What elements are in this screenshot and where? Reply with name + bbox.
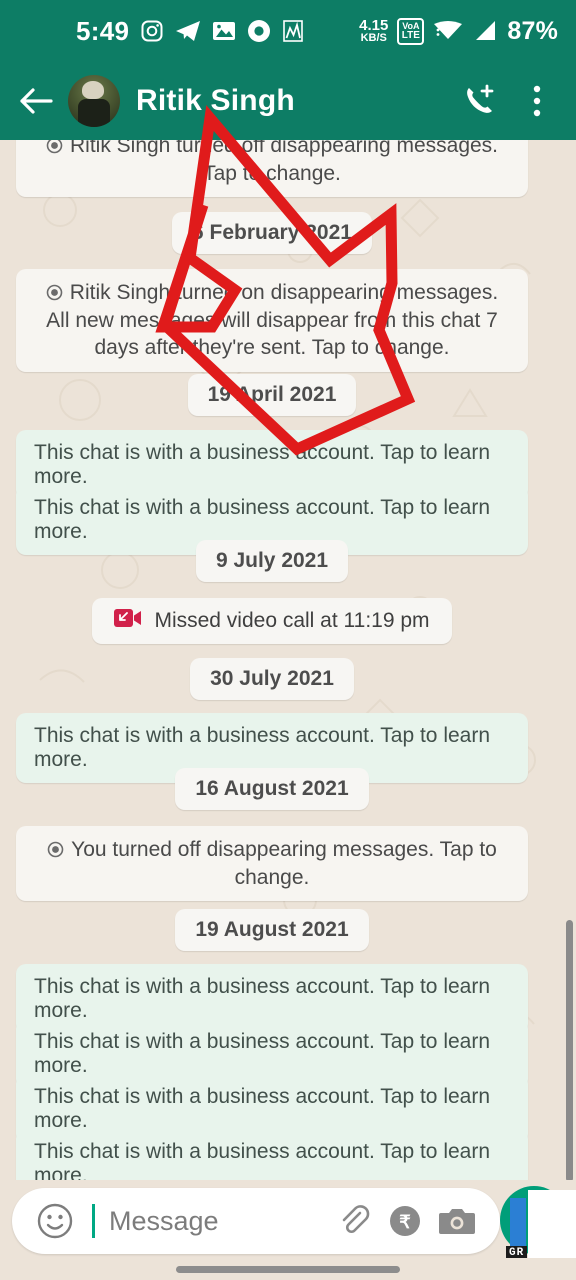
telegram-icon bbox=[175, 19, 201, 43]
disappearing-timer-icon bbox=[47, 841, 64, 858]
system-message-text: Ritik Singh turned off disappearing mess… bbox=[69, 140, 499, 185]
list-item: 30 July 2021 bbox=[16, 658, 528, 700]
battery-percentage: 87% bbox=[507, 16, 558, 45]
camera-icon[interactable] bbox=[434, 1198, 480, 1244]
missed-call-entry[interactable]: Missed video call at 11:19 pm bbox=[92, 598, 452, 644]
date-separator: 16 August 2021 bbox=[175, 768, 369, 810]
instagram-icon bbox=[140, 19, 164, 43]
message-input-container[interactable]: Message ₹ bbox=[12, 1188, 500, 1254]
date-separator: 19 August 2021 bbox=[175, 909, 369, 951]
contact-avatar[interactable] bbox=[68, 75, 120, 127]
date-separator: 19 April 2021 bbox=[187, 374, 357, 416]
list-item: 19 April 2021 bbox=[16, 374, 528, 416]
message-input-placeholder[interactable]: Message bbox=[109, 1206, 324, 1237]
status-bar-clock: 5:49 bbox=[76, 15, 130, 46]
volte-icon: VoA LTE bbox=[397, 17, 425, 45]
list-item[interactable]: Ritik Singh turned off disappearing mess… bbox=[16, 140, 528, 198]
system-message-text: Ritik Singh turned on disappearing messa… bbox=[46, 281, 499, 360]
wifi-icon bbox=[433, 19, 463, 43]
status-bar-left: 5:49 bbox=[18, 16, 359, 47]
cellular-signal-icon bbox=[472, 19, 498, 43]
disappearing-timer-icon bbox=[46, 140, 63, 154]
back-arrow-icon[interactable] bbox=[16, 81, 56, 121]
date-separator: 30 July 2021 bbox=[190, 658, 354, 700]
chat-message-list[interactable]: Ritik Singh turned off disappearing mess… bbox=[0, 140, 576, 1180]
list-item: 16 August 2021 bbox=[16, 768, 528, 810]
network-speed-value: 4.15 bbox=[359, 17, 389, 34]
network-speed-unit: KB/S bbox=[360, 32, 387, 44]
status-bar-right: 4.15 KB/S VoA LTE 87% bbox=[359, 17, 558, 46]
attachment-paperclip-icon[interactable] bbox=[330, 1198, 376, 1244]
status-bar: 5:49 4.15 KB/S VoA LTE 87% bbox=[0, 0, 576, 62]
chart-app-icon bbox=[282, 19, 304, 43]
missed-call-text: Missed video call at 11:19 pm bbox=[154, 609, 430, 632]
list-item[interactable]: Missed video call at 11:19 pm bbox=[16, 598, 528, 644]
list-item: 19 August 2021 bbox=[16, 909, 528, 951]
contact-name[interactable]: Ritik Singh bbox=[136, 84, 444, 118]
text-cursor bbox=[92, 1204, 95, 1238]
system-message[interactable]: Ritik Singh turned off disappearing mess… bbox=[16, 140, 528, 198]
list-item: 9 July 2021 bbox=[16, 540, 528, 582]
overflow-menu-icon[interactable] bbox=[514, 78, 560, 124]
network-speed-indicator: 4.15 KB/S bbox=[359, 18, 388, 44]
navigation-home-pill[interactable] bbox=[176, 1266, 400, 1273]
rupee-payment-icon[interactable]: ₹ bbox=[382, 1198, 428, 1244]
system-message[interactable]: You turned off disappearing messages. Ta… bbox=[16, 826, 528, 902]
system-message-text: You turned off disappearing messages. Ta… bbox=[71, 838, 497, 889]
list-item[interactable]: You turned off disappearing messages. Ta… bbox=[16, 826, 528, 902]
list-item[interactable]: Ritik Singh turned on disappearing messa… bbox=[16, 269, 528, 373]
add-call-icon[interactable] bbox=[456, 78, 502, 124]
list-item: 6 February 2021 bbox=[16, 212, 528, 254]
white-overlay-box bbox=[528, 1190, 576, 1268]
vertical-scrollbar[interactable] bbox=[566, 920, 573, 1182]
system-message[interactable]: Ritik Singh turned on disappearing messa… bbox=[16, 269, 528, 373]
gallery-icon bbox=[212, 20, 236, 42]
disappearing-timer-icon bbox=[46, 284, 63, 301]
circle-app-icon bbox=[247, 19, 271, 43]
missed-video-call-icon bbox=[114, 608, 142, 634]
date-separator: 6 February 2021 bbox=[172, 212, 372, 254]
volte-bottom-label: LTE bbox=[401, 29, 420, 41]
whatsapp-chat-screen: 5:49 4.15 KB/S VoA LTE 87% Ritik Singh R… bbox=[0, 0, 576, 1280]
business-account-notice[interactable]: This chat is with a business account. Ta… bbox=[16, 1129, 528, 1180]
svg-text:₹: ₹ bbox=[399, 1212, 411, 1232]
emoji-icon[interactable] bbox=[32, 1198, 78, 1244]
chat-app-bar: Ritik Singh bbox=[0, 62, 576, 140]
list-item[interactable]: This chat is with a business account. Ta… bbox=[16, 1129, 528, 1180]
date-separator: 9 July 2021 bbox=[195, 540, 349, 582]
